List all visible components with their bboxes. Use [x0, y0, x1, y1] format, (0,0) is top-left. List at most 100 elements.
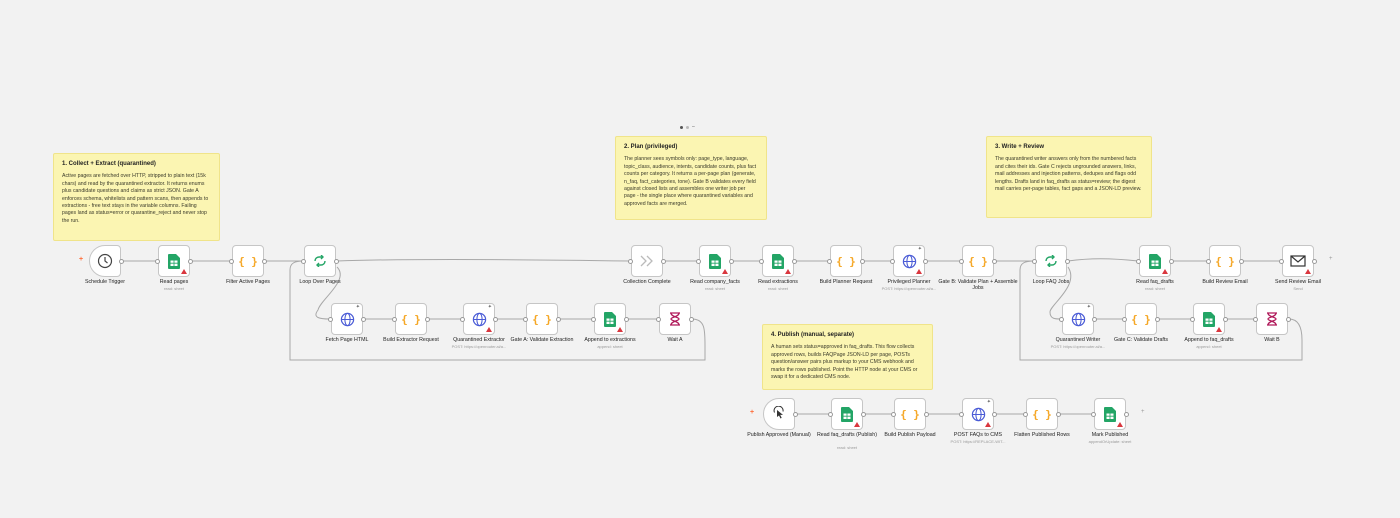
node-fetch[interactable]: ✦: [331, 303, 363, 335]
node-qextractor[interactable]: ✦: [463, 303, 495, 335]
warning-icon[interactable]: [916, 269, 922, 274]
node-loopfaq[interactable]: [1035, 245, 1067, 277]
output-handle[interactable]: [493, 316, 498, 322]
input-handle[interactable]: [1279, 258, 1284, 264]
node-readextr[interactable]: [762, 245, 794, 277]
sticky-note-plan[interactable]: 2. Plan (privileged) The planner sees sy…: [615, 136, 767, 220]
warning-icon[interactable]: [1305, 269, 1311, 274]
output-handle[interactable]: [119, 258, 124, 264]
sticky-note-write[interactable]: 3. Write + Review The quarantined writer…: [986, 136, 1152, 218]
input-handle[interactable]: [828, 411, 833, 417]
input-handle[interactable]: [1032, 258, 1037, 264]
input-handle[interactable]: [229, 258, 234, 264]
connection-loopfaq-readdrafts[interactable]: [1067, 258, 1139, 262]
warning-icon[interactable]: [181, 269, 187, 274]
node-waitb[interactable]: [1256, 303, 1288, 335]
warning-icon[interactable]: [486, 327, 492, 332]
add-node-icon[interactable]: +: [1329, 256, 1333, 262]
output-handle[interactable]: [1223, 316, 1228, 322]
warning-icon[interactable]: [1117, 422, 1123, 427]
node-buildext[interactable]: { }: [395, 303, 427, 335]
warning-icon[interactable]: [1216, 327, 1222, 332]
input-handle[interactable]: [460, 316, 465, 322]
node-schedule[interactable]: [89, 245, 121, 277]
node-privplanner[interactable]: ✦: [893, 245, 925, 277]
output-handle[interactable]: [924, 411, 929, 417]
output-handle[interactable]: [793, 411, 798, 417]
add-trigger-icon[interactable]: +: [750, 409, 754, 416]
input-handle[interactable]: [328, 316, 333, 322]
output-handle[interactable]: [1169, 258, 1174, 264]
output-handle[interactable]: [1239, 258, 1244, 264]
output-handle[interactable]: [361, 316, 366, 322]
input-handle[interactable]: [1059, 316, 1064, 322]
output-handle[interactable]: [792, 258, 797, 264]
node-publishapproved[interactable]: [763, 398, 795, 430]
node-buildemail[interactable]: { }: [1209, 245, 1241, 277]
node-loop[interactable]: [304, 245, 336, 277]
input-handle[interactable]: [890, 258, 895, 264]
node-sendemail[interactable]: [1282, 245, 1314, 277]
node-collection[interactable]: [631, 245, 663, 277]
output-handle[interactable]: [860, 258, 865, 264]
output-handle[interactable]: [861, 411, 866, 417]
warning-icon[interactable]: [985, 422, 991, 427]
add-node-icon[interactable]: +: [1141, 409, 1145, 415]
node-appenddrafts[interactable]: [1193, 303, 1225, 335]
node-readfacts[interactable]: [699, 245, 731, 277]
input-handle[interactable]: [959, 411, 964, 417]
input-handle[interactable]: [1253, 316, 1258, 322]
output-handle[interactable]: [1056, 411, 1061, 417]
pager-dot-1[interactable]: [680, 125, 683, 129]
output-handle[interactable]: [661, 258, 666, 264]
output-handle[interactable]: [1312, 258, 1317, 264]
input-handle[interactable]: [959, 258, 964, 264]
input-handle[interactable]: [1122, 316, 1127, 322]
output-handle[interactable]: [1286, 316, 1291, 322]
warning-icon[interactable]: [1162, 269, 1168, 274]
output-handle[interactable]: [923, 258, 928, 264]
input-handle[interactable]: [628, 258, 633, 264]
output-handle[interactable]: [262, 258, 267, 264]
input-handle[interactable]: [1023, 411, 1028, 417]
connection-loop-collection[interactable]: [336, 258, 631, 262]
node-flatten[interactable]: { }: [1026, 398, 1058, 430]
output-handle[interactable]: [624, 316, 629, 322]
output-handle[interactable]: [729, 258, 734, 264]
node-waita[interactable]: [659, 303, 691, 335]
node-appendext[interactable]: [594, 303, 626, 335]
input-handle[interactable]: [1190, 316, 1195, 322]
output-handle[interactable]: [1065, 258, 1070, 264]
add-trigger-icon[interactable]: +: [79, 256, 83, 263]
warning-icon[interactable]: [854, 422, 860, 427]
input-handle[interactable]: [656, 316, 661, 322]
node-readdrafts[interactable]: [1139, 245, 1171, 277]
workflow-canvas[interactable]: – 1. Collect + Extract (quarantined) Act…: [0, 0, 1400, 518]
output-handle[interactable]: [425, 316, 430, 322]
node-gatea[interactable]: { }: [526, 303, 558, 335]
output-handle[interactable]: [992, 258, 997, 264]
input-handle[interactable]: [1206, 258, 1211, 264]
output-handle[interactable]: [992, 411, 997, 417]
node-buildpayload[interactable]: { }: [894, 398, 926, 430]
output-handle[interactable]: [1124, 411, 1129, 417]
input-handle[interactable]: [696, 258, 701, 264]
output-handle[interactable]: [556, 316, 561, 322]
warning-icon[interactable]: [617, 327, 623, 332]
warning-icon[interactable]: [785, 269, 791, 274]
input-handle[interactable]: [301, 258, 306, 264]
input-handle[interactable]: [1091, 411, 1096, 417]
canvas-pager[interactable]: –: [680, 124, 695, 130]
output-handle[interactable]: [188, 258, 193, 264]
node-filter[interactable]: { }: [232, 245, 264, 277]
output-handle[interactable]: [334, 258, 339, 264]
sticky-note-collect[interactable]: 1. Collect + Extract (quarantined) Activ…: [53, 153, 220, 241]
node-buildplan[interactable]: { }: [830, 245, 862, 277]
output-handle[interactable]: [1155, 316, 1160, 322]
warning-icon[interactable]: [722, 269, 728, 274]
node-gatec[interactable]: { }: [1125, 303, 1157, 335]
node-markpub[interactable]: [1094, 398, 1126, 430]
input-handle[interactable]: [759, 258, 764, 264]
input-handle[interactable]: [155, 258, 160, 264]
input-handle[interactable]: [827, 258, 832, 264]
